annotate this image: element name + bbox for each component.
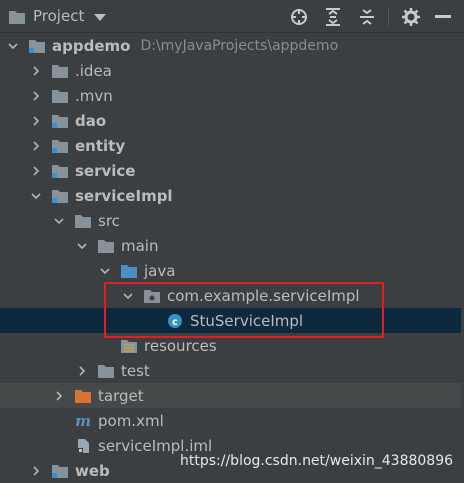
project-tree: appdemo D:\myJavaProjects\appdemo .idea .mv…: [0, 33, 464, 481]
chevron-down-icon: [94, 13, 107, 21]
tree-item-label: test: [121, 361, 150, 380]
hide-icon[interactable]: [432, 6, 454, 28]
tree-item-label: appdemo: [52, 36, 131, 55]
chevron-right-icon[interactable]: [54, 390, 64, 401]
tree-item-label: service: [75, 161, 136, 180]
chevron-right-icon[interactable]: [31, 465, 41, 476]
chevron-right-icon[interactable]: [77, 365, 87, 376]
chevron-down-icon[interactable]: [77, 241, 87, 251]
tree-row--idea[interactable]: .idea: [0, 58, 464, 83]
chevron-down-icon[interactable]: [31, 191, 41, 201]
tree-item-label: .mvn: [75, 86, 113, 105]
chevron-right-icon[interactable]: [31, 115, 41, 126]
folder-icon: [74, 213, 92, 229]
project-title: Project: [33, 7, 85, 25]
tree-item-label: dao: [75, 111, 107, 130]
svg-text:m: m: [75, 413, 91, 429]
tree-row-serviceimpl[interactable]: serviceImpl: [0, 183, 464, 208]
folder-icon: [97, 363, 115, 379]
tree-row-dao[interactable]: dao: [0, 108, 464, 133]
chevron-down-icon[interactable]: [100, 266, 110, 276]
tree-item-label: serviceImpl: [75, 186, 173, 205]
tree-item-label: web: [75, 461, 110, 480]
folder-icon: [97, 238, 115, 254]
resources-folder-icon: [120, 338, 138, 354]
watermark: https://blog.csdn.net/weixin_43880896: [180, 453, 454, 469]
tree-row-service[interactable]: service: [0, 158, 464, 183]
module-folder-icon: [51, 188, 69, 204]
module-folder-icon: [28, 38, 46, 54]
chevron-right-icon[interactable]: [31, 165, 41, 176]
folder-icon: [51, 88, 69, 104]
tree-row-java[interactable]: java: [0, 258, 464, 283]
toolbar-divider: [388, 8, 389, 26]
folder-icon: [51, 63, 69, 79]
collapse-all-icon[interactable]: [356, 6, 378, 28]
tree-row-src[interactable]: src: [0, 208, 464, 233]
settings-icon[interactable]: [400, 6, 422, 28]
arrow-placeholder: [54, 441, 64, 451]
tree-item-label: main: [121, 236, 159, 255]
chevron-down-icon[interactable]: [54, 216, 64, 226]
arrow-placeholder: [54, 416, 64, 426]
module-folder-icon: [51, 138, 69, 154]
arrow-placeholder: [100, 341, 110, 351]
tree-item-label: .idea: [75, 61, 112, 80]
tree-row-target[interactable]: target: [0, 383, 464, 408]
tree-row--mvn[interactable]: .mvn: [0, 83, 464, 108]
highlight-box: [104, 282, 384, 338]
excluded-folder-icon: [74, 388, 92, 404]
tree-row-test[interactable]: test: [0, 358, 464, 383]
source-folder-icon: [120, 263, 138, 279]
chevron-right-icon[interactable]: [31, 90, 41, 101]
project-view-selector[interactable]: Project: [9, 6, 107, 26]
iml-file-icon: [74, 438, 92, 454]
tree-item-label: src: [98, 211, 120, 230]
tree-item-label: target: [98, 386, 144, 405]
tree-item-label: pom.xml: [98, 411, 164, 430]
tree-item-label: serviceImpl.iml: [98, 436, 213, 455]
tree-item-label: resources: [144, 336, 217, 355]
maven-icon: m: [74, 412, 92, 430]
tree-row-appdemo[interactable]: appdemo D:\myJavaProjects\appdemo: [0, 33, 464, 58]
project-toolbar: Project: [0, 0, 464, 33]
tree-row-entity[interactable]: entity: [0, 133, 464, 158]
chevron-down-icon[interactable]: [8, 41, 18, 51]
module-folder-icon: [51, 113, 69, 129]
tree-item-label: java: [144, 261, 176, 280]
tree-item-path: D:\myJavaProjects\appdemo: [140, 37, 339, 54]
module-folder-icon: [51, 163, 69, 179]
tree-row-main[interactable]: main: [0, 233, 464, 258]
locate-icon[interactable]: [288, 6, 310, 28]
project-icon: [9, 9, 25, 24]
chevron-right-icon[interactable]: [31, 65, 41, 76]
tree-item-label: entity: [75, 136, 126, 155]
tree-row-pom-xml[interactable]: m pom.xml: [0, 408, 464, 433]
expand-all-icon[interactable]: [322, 6, 344, 28]
chevron-right-icon[interactable]: [31, 140, 41, 151]
module-folder-icon: [51, 463, 69, 479]
